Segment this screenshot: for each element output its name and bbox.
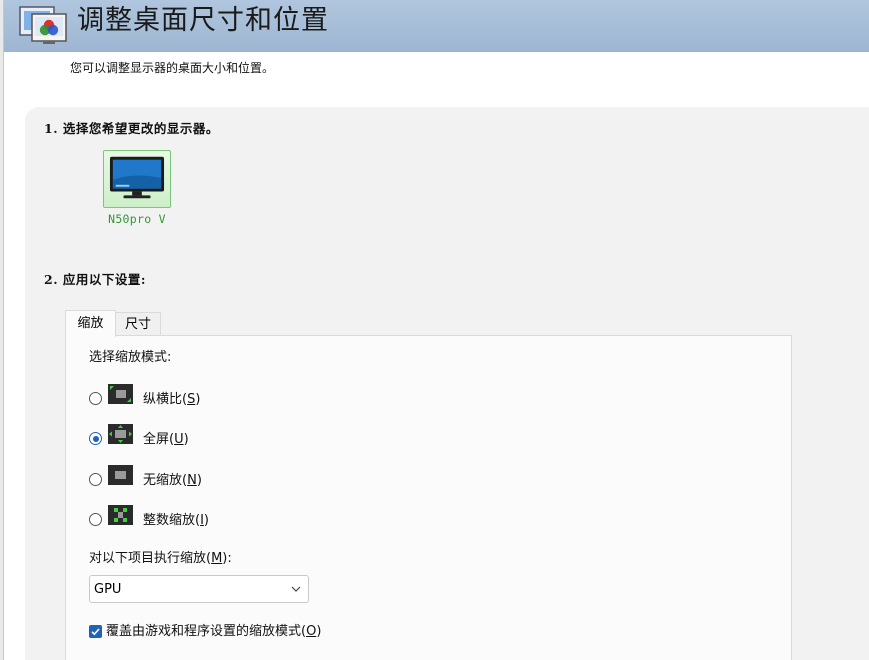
radio-no-scaling[interactable] (89, 473, 102, 486)
tab-scaling[interactable]: 缩放 (65, 310, 116, 337)
checkmark-icon (91, 628, 100, 636)
step1-heading: 1. 选择您希望更改的显示器。 (44, 121, 219, 136)
monitor-select-n50pro-v[interactable] (103, 150, 171, 208)
page-description: 您可以调整显示器的桌面大小和位置。 (70, 61, 275, 75)
nvidia-display-settings-icon (19, 6, 67, 44)
step2-heading: 2. 应用以下设置: (44, 272, 147, 287)
aspect-ratio-icon (108, 384, 133, 404)
fullscreen-icon (108, 424, 133, 444)
label-fullscreen: 全屏(U) (143, 432, 189, 447)
radio-integer-scaling[interactable] (89, 513, 102, 526)
radio-fullscreen[interactable] (89, 432, 102, 445)
page-title: 调整桌面尺寸和位置 (77, 5, 329, 36)
scaling-mode-label: 选择缩放模式: (89, 350, 172, 365)
monitor-icon (109, 156, 165, 199)
override-scaling-checkbox[interactable] (89, 625, 102, 638)
label-integer-scaling: 整数缩放(I) (143, 513, 209, 528)
label-no-scaling: 无缩放(N) (143, 473, 202, 488)
integer-scaling-icon (108, 505, 133, 525)
radio-aspect-ratio[interactable] (89, 392, 102, 405)
perform-scaling-on-value: GPU (94, 582, 122, 597)
label-aspect-ratio: 纵横比(S) (143, 392, 201, 407)
chevron-down-icon (291, 586, 301, 592)
tab-size[interactable]: 尺寸 (116, 312, 161, 336)
override-scaling-label: 覆盖由游戏和程序设置的缩放模式(O) (106, 624, 322, 639)
no-scaling-icon (108, 465, 133, 485)
perform-scaling-on-select[interactable]: GPU (89, 575, 309, 603)
monitor-name: N50pro V (108, 212, 166, 226)
perform-scaling-on-label: 对以下项目执行缩放(M): (89, 551, 232, 566)
page-header: 调整桌面尺寸和位置 (4, 0, 869, 52)
tab-content-scaling (65, 335, 792, 660)
